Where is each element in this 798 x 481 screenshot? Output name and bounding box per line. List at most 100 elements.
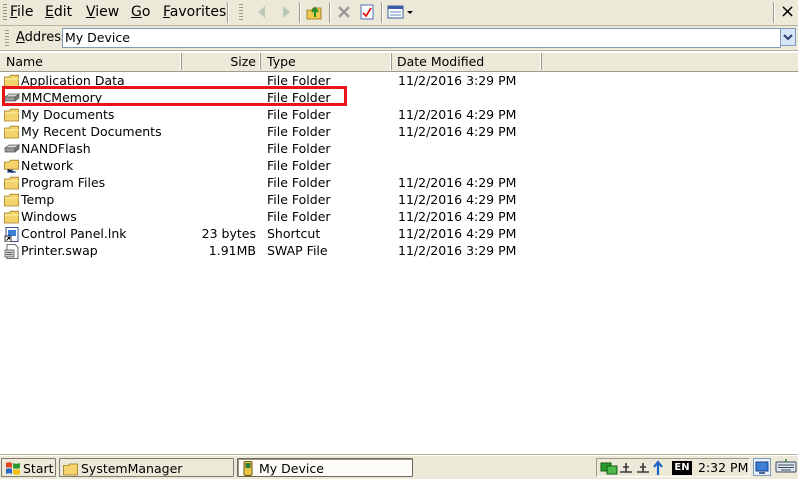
desktop-icon[interactable] xyxy=(753,458,771,476)
network-connection-icon[interactable] xyxy=(600,461,618,478)
file-date: 11/2/2016 4:29 PM xyxy=(398,192,517,207)
folder-icon xyxy=(4,210,20,224)
menu-file[interactable]: File xyxy=(10,3,33,21)
file-date: 11/2/2016 3:29 PM xyxy=(398,243,517,258)
keyboard-icon[interactable] xyxy=(775,458,797,479)
file-date: 11/2/2016 4:29 PM xyxy=(398,209,517,224)
column-header-row: Name Size Type Date Modified xyxy=(0,53,798,72)
column-header-label: Size xyxy=(230,54,256,69)
toolbar-separator xyxy=(227,2,229,23)
folder-icon xyxy=(4,193,20,207)
file-type: File Folder xyxy=(267,124,331,139)
network-folder-icon xyxy=(4,159,20,174)
file-name: Program Files xyxy=(21,175,106,190)
column-header-label: Name xyxy=(6,54,43,69)
list-item[interactable]: Program Files File Folder 11/2/2016 4:29 P… xyxy=(0,174,560,191)
file-type: File Folder xyxy=(267,141,331,156)
column-header-type[interactable]: Type xyxy=(262,53,392,70)
list-item[interactable]: Windows File Folder 11/2/2016 4:29 PM xyxy=(0,208,560,225)
menu-toolbar-bar: File Edit View Go Favorites × xyxy=(0,0,798,26)
list-item[interactable]: Temp File Folder 11/2/2016 4:29 PM xyxy=(0,191,560,208)
taskbar: Start SystemManager My Device EN 2:32 PM xyxy=(0,455,798,479)
task-label: My Device xyxy=(259,461,324,476)
address-bar: Address My Device xyxy=(0,26,798,51)
close-icon[interactable]: × xyxy=(780,0,795,24)
menu-view[interactable]: View xyxy=(86,3,119,21)
file-type: SWAP File xyxy=(267,243,328,258)
column-header-size[interactable]: Size xyxy=(182,53,261,70)
file-date: 11/2/2016 4:29 PM xyxy=(398,226,517,241)
file-size: 23 bytes xyxy=(201,226,256,241)
column-header-label: Date Modified xyxy=(397,54,485,69)
file-name: NANDFlash xyxy=(21,141,91,156)
file-date: 11/2/2016 4:29 PM xyxy=(398,124,517,139)
file-name: My Documents xyxy=(21,107,115,122)
address-grip[interactable] xyxy=(5,30,9,46)
address-value: My Device xyxy=(65,30,130,45)
taskbar-button-systemmanager[interactable]: SystemManager xyxy=(59,458,234,477)
folder-icon xyxy=(4,176,20,190)
usb-connection-icon[interactable] xyxy=(618,461,634,478)
file-name: Control Panel.lnk xyxy=(21,226,127,241)
file-size: 1.91MB xyxy=(208,243,256,258)
task-label: SystemManager xyxy=(81,461,183,476)
clock[interactable]: 2:32 PM xyxy=(698,459,748,476)
file-type: Shortcut xyxy=(267,226,321,241)
address-label: Address xyxy=(16,30,68,45)
toolbar-grip[interactable] xyxy=(239,4,243,21)
back-arrow-icon[interactable] xyxy=(253,3,271,21)
column-header-name[interactable]: Name xyxy=(0,53,182,70)
list-item[interactable]: Control Panel.lnk 23 bytes Shortcut 11/2/20… xyxy=(0,225,560,243)
file-type: File Folder xyxy=(267,209,331,224)
signal-arrow-icon[interactable] xyxy=(652,460,664,479)
file-type: File Folder xyxy=(267,158,331,173)
chevron-down-icon[interactable] xyxy=(780,28,796,46)
list-item[interactable]: NANDFlash File Folder xyxy=(0,140,560,157)
column-header-date[interactable]: Date Modified xyxy=(392,53,542,70)
annotation-highlight xyxy=(2,86,347,106)
toolbar-separator xyxy=(773,2,775,23)
forward-arrow-icon[interactable] xyxy=(277,3,295,21)
file-type: File Folder xyxy=(267,175,331,190)
menu-edit[interactable]: Edit xyxy=(45,3,72,21)
views-menu-icon[interactable] xyxy=(387,3,417,21)
folder-icon xyxy=(4,108,20,122)
file-date: 11/2/2016 4:29 PM xyxy=(398,175,517,190)
start-label: Start xyxy=(23,461,54,476)
file-name: My Recent Documents xyxy=(21,124,162,139)
file-name: Network xyxy=(21,158,74,173)
list-item[interactable]: My Documents File Folder 11/2/2016 4:29 PM xyxy=(0,106,560,123)
file-date: 11/2/2016 3:29 PM xyxy=(398,73,517,88)
toolbar-separator xyxy=(381,2,383,23)
storage-card-icon xyxy=(3,142,21,156)
toolbar-separator xyxy=(329,2,331,23)
menu-favorites[interactable]: Favorites xyxy=(163,3,226,21)
folder-icon xyxy=(63,462,79,481)
list-item[interactable]: My Recent Documents File Folder 11/2/2016 … xyxy=(0,123,560,140)
up-folder-icon[interactable] xyxy=(305,3,323,21)
taskbar-button-my-device[interactable]: My Device xyxy=(237,458,413,477)
toolbar-grip[interactable] xyxy=(3,4,7,21)
system-tray: EN 2:32 PM xyxy=(596,458,750,477)
address-input[interactable]: My Device xyxy=(62,28,781,48)
shortcut-icon xyxy=(4,227,20,243)
usb-connection-icon[interactable] xyxy=(635,461,651,478)
swap-file-icon xyxy=(4,244,20,259)
file-name: Printer.swap xyxy=(21,243,98,258)
file-name: Temp xyxy=(21,192,55,207)
list-item[interactable]: Printer.swap 1.91MB SWAP File 11/2/2016 3:2… xyxy=(0,242,560,259)
start-button[interactable]: Start xyxy=(1,458,56,477)
language-indicator[interactable]: EN xyxy=(672,461,692,475)
device-icon xyxy=(243,461,253,481)
delete-x-icon[interactable] xyxy=(335,3,353,21)
toolbar-separator xyxy=(299,2,301,23)
file-name: Windows xyxy=(21,209,77,224)
file-date: 11/2/2016 4:29 PM xyxy=(398,107,517,122)
properties-icon[interactable] xyxy=(358,3,376,21)
list-item[interactable]: Network File Folder xyxy=(0,157,560,174)
file-type: File Folder xyxy=(267,192,331,207)
menu-go[interactable]: Go xyxy=(131,3,150,21)
folder-icon xyxy=(4,125,20,139)
windows-logo-icon xyxy=(5,461,21,481)
file-type: File Folder xyxy=(267,107,331,122)
